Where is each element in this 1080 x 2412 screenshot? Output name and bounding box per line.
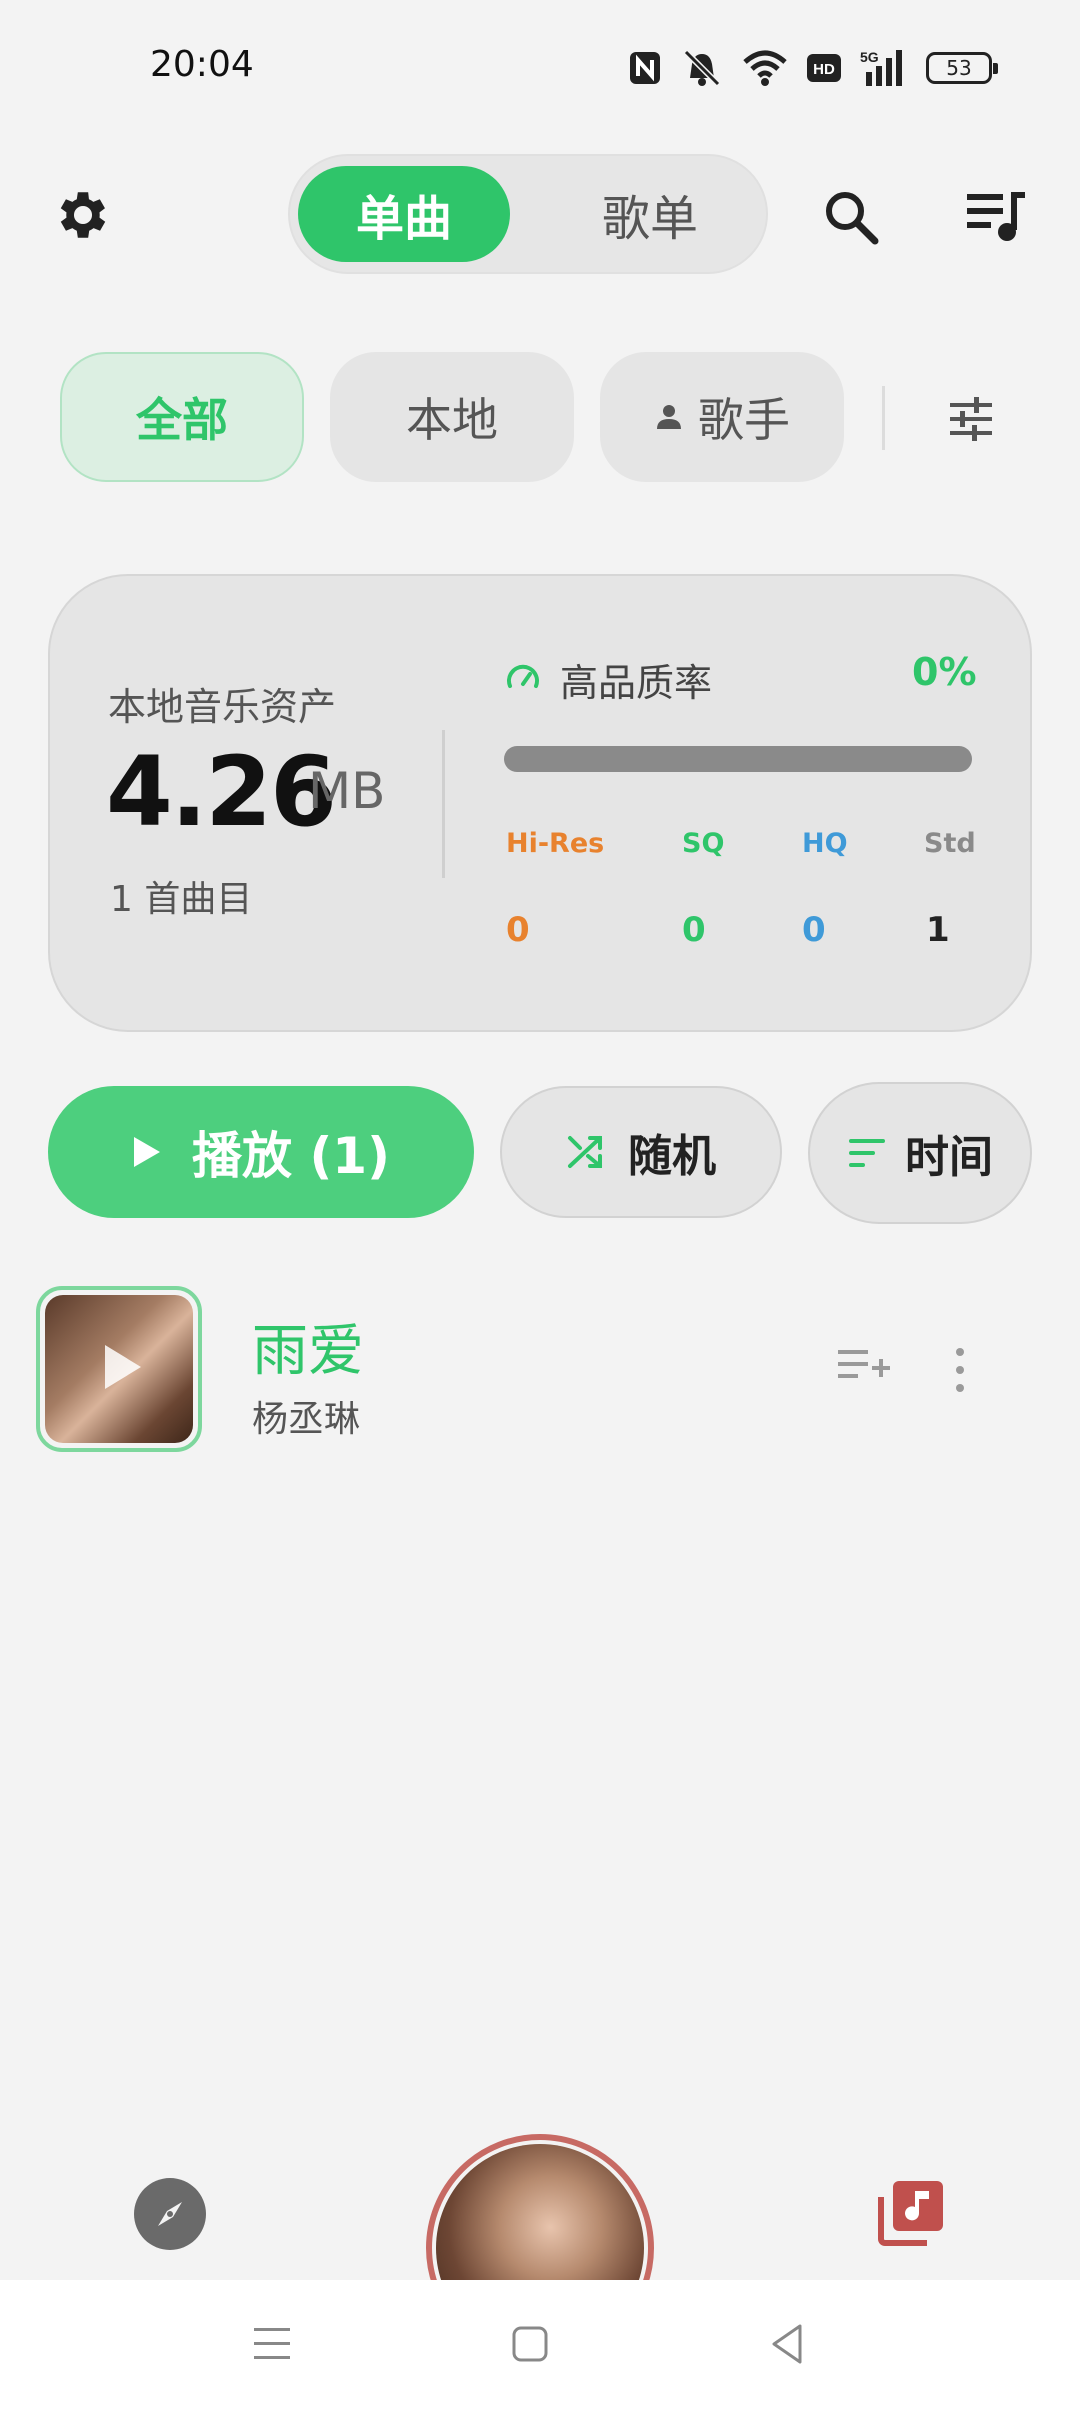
chip-all-label: 全部 <box>136 393 228 447</box>
assets-size-unit: MB <box>308 762 386 820</box>
chip-divider <box>882 386 885 450</box>
assets-label: 本地音乐资产 <box>108 685 337 729</box>
sort-by-time-button[interactable]: 时间 <box>808 1082 1032 1224</box>
tab-songs[interactable]: 单曲 <box>298 166 510 262</box>
svg-text:HD: HD <box>813 61 835 78</box>
person-icon <box>657 405 681 429</box>
filter-settings-button[interactable] <box>930 378 1012 460</box>
svg-text:5G: 5G <box>860 49 879 65</box>
gear-icon <box>60 192 106 238</box>
play-overlay-icon <box>105 1345 141 1389</box>
album-art <box>45 1295 193 1443</box>
chip-artists[interactable]: 歌手 <box>600 352 844 482</box>
song-cover[interactable] <box>36 1286 202 1452</box>
menu-icon[interactable] <box>248 2320 296 2368</box>
nfc-icon <box>628 48 662 88</box>
play-icon <box>134 1137 161 1167</box>
battery-level: 53 <box>946 56 972 80</box>
quality-col-hq-label: HQ <box>802 828 848 859</box>
song-title[interactable]: 雨爱 <box>252 1306 364 1387</box>
shuffle-label: 随机 <box>628 1131 716 1182</box>
status-time: 20:04 <box>150 44 254 85</box>
shuffle-button[interactable]: 随机 <box>500 1086 782 1218</box>
quality-rate-percent: 0% <box>912 650 977 694</box>
back-icon[interactable] <box>764 2320 812 2368</box>
quality-col-hq-value: 0 <box>802 910 826 950</box>
nav-library[interactable] <box>874 2176 948 2250</box>
speedometer-icon <box>507 664 539 688</box>
song-artist: 杨丞琳 <box>252 1399 361 1440</box>
play-all-button[interactable]: 播放 (1) <box>48 1086 474 1218</box>
more-options-icon[interactable] <box>940 1344 980 1396</box>
compass-icon <box>158 2202 182 2226</box>
settings-button[interactable] <box>44 176 122 254</box>
hd-icon: HD <box>806 48 842 88</box>
quality-col-sq-value: 0 <box>682 910 706 950</box>
quality-col-hires-label: Hi-Res <box>506 828 605 859</box>
battery-icon: 53 <box>926 52 998 84</box>
view-segment-control: 单曲 歌单 <box>288 154 768 274</box>
chip-local[interactable]: 本地 <box>330 352 574 482</box>
quality-col-hires-value: 0 <box>506 910 530 950</box>
mute-icon <box>680 48 724 88</box>
quality-rate-label: 高品质率 <box>560 661 713 705</box>
sort-icon <box>849 1139 885 1167</box>
home-icon[interactable] <box>506 2320 554 2368</box>
music-library-icon <box>878 2181 943 2246</box>
search-button[interactable] <box>810 176 892 258</box>
quality-col-std-value: 1 <box>926 910 950 950</box>
quality-rate-bar <box>504 746 972 772</box>
chip-local-label: 本地 <box>406 393 498 447</box>
sort-label: 时间 <box>905 1132 993 1183</box>
chip-artists-label: 歌手 <box>698 393 790 447</box>
quality-col-sq-label: SQ <box>682 828 725 859</box>
chip-all[interactable]: 全部 <box>60 352 304 482</box>
tab-playlists[interactable]: 歌单 <box>544 166 756 262</box>
card-divider <box>442 730 445 878</box>
nav-discover[interactable] <box>134 2178 206 2250</box>
signal-5g-icon: 5G <box>860 48 908 88</box>
add-to-playlist-icon[interactable] <box>836 1344 892 1392</box>
track-count: 1 首曲目 <box>110 879 253 920</box>
status-icons: HD 5G 53 <box>628 46 998 90</box>
assets-size-value: 4.26 <box>106 736 337 848</box>
tune-icon <box>950 397 992 441</box>
queue-music-icon <box>967 192 1025 241</box>
quality-col-std-label: Std <box>924 828 976 859</box>
shuffle-icon <box>568 1136 602 1168</box>
wifi-icon <box>742 48 788 88</box>
search-icon <box>826 192 879 245</box>
play-all-label: 播放 (1) <box>192 1127 390 1185</box>
play-queue-button[interactable] <box>955 176 1037 258</box>
